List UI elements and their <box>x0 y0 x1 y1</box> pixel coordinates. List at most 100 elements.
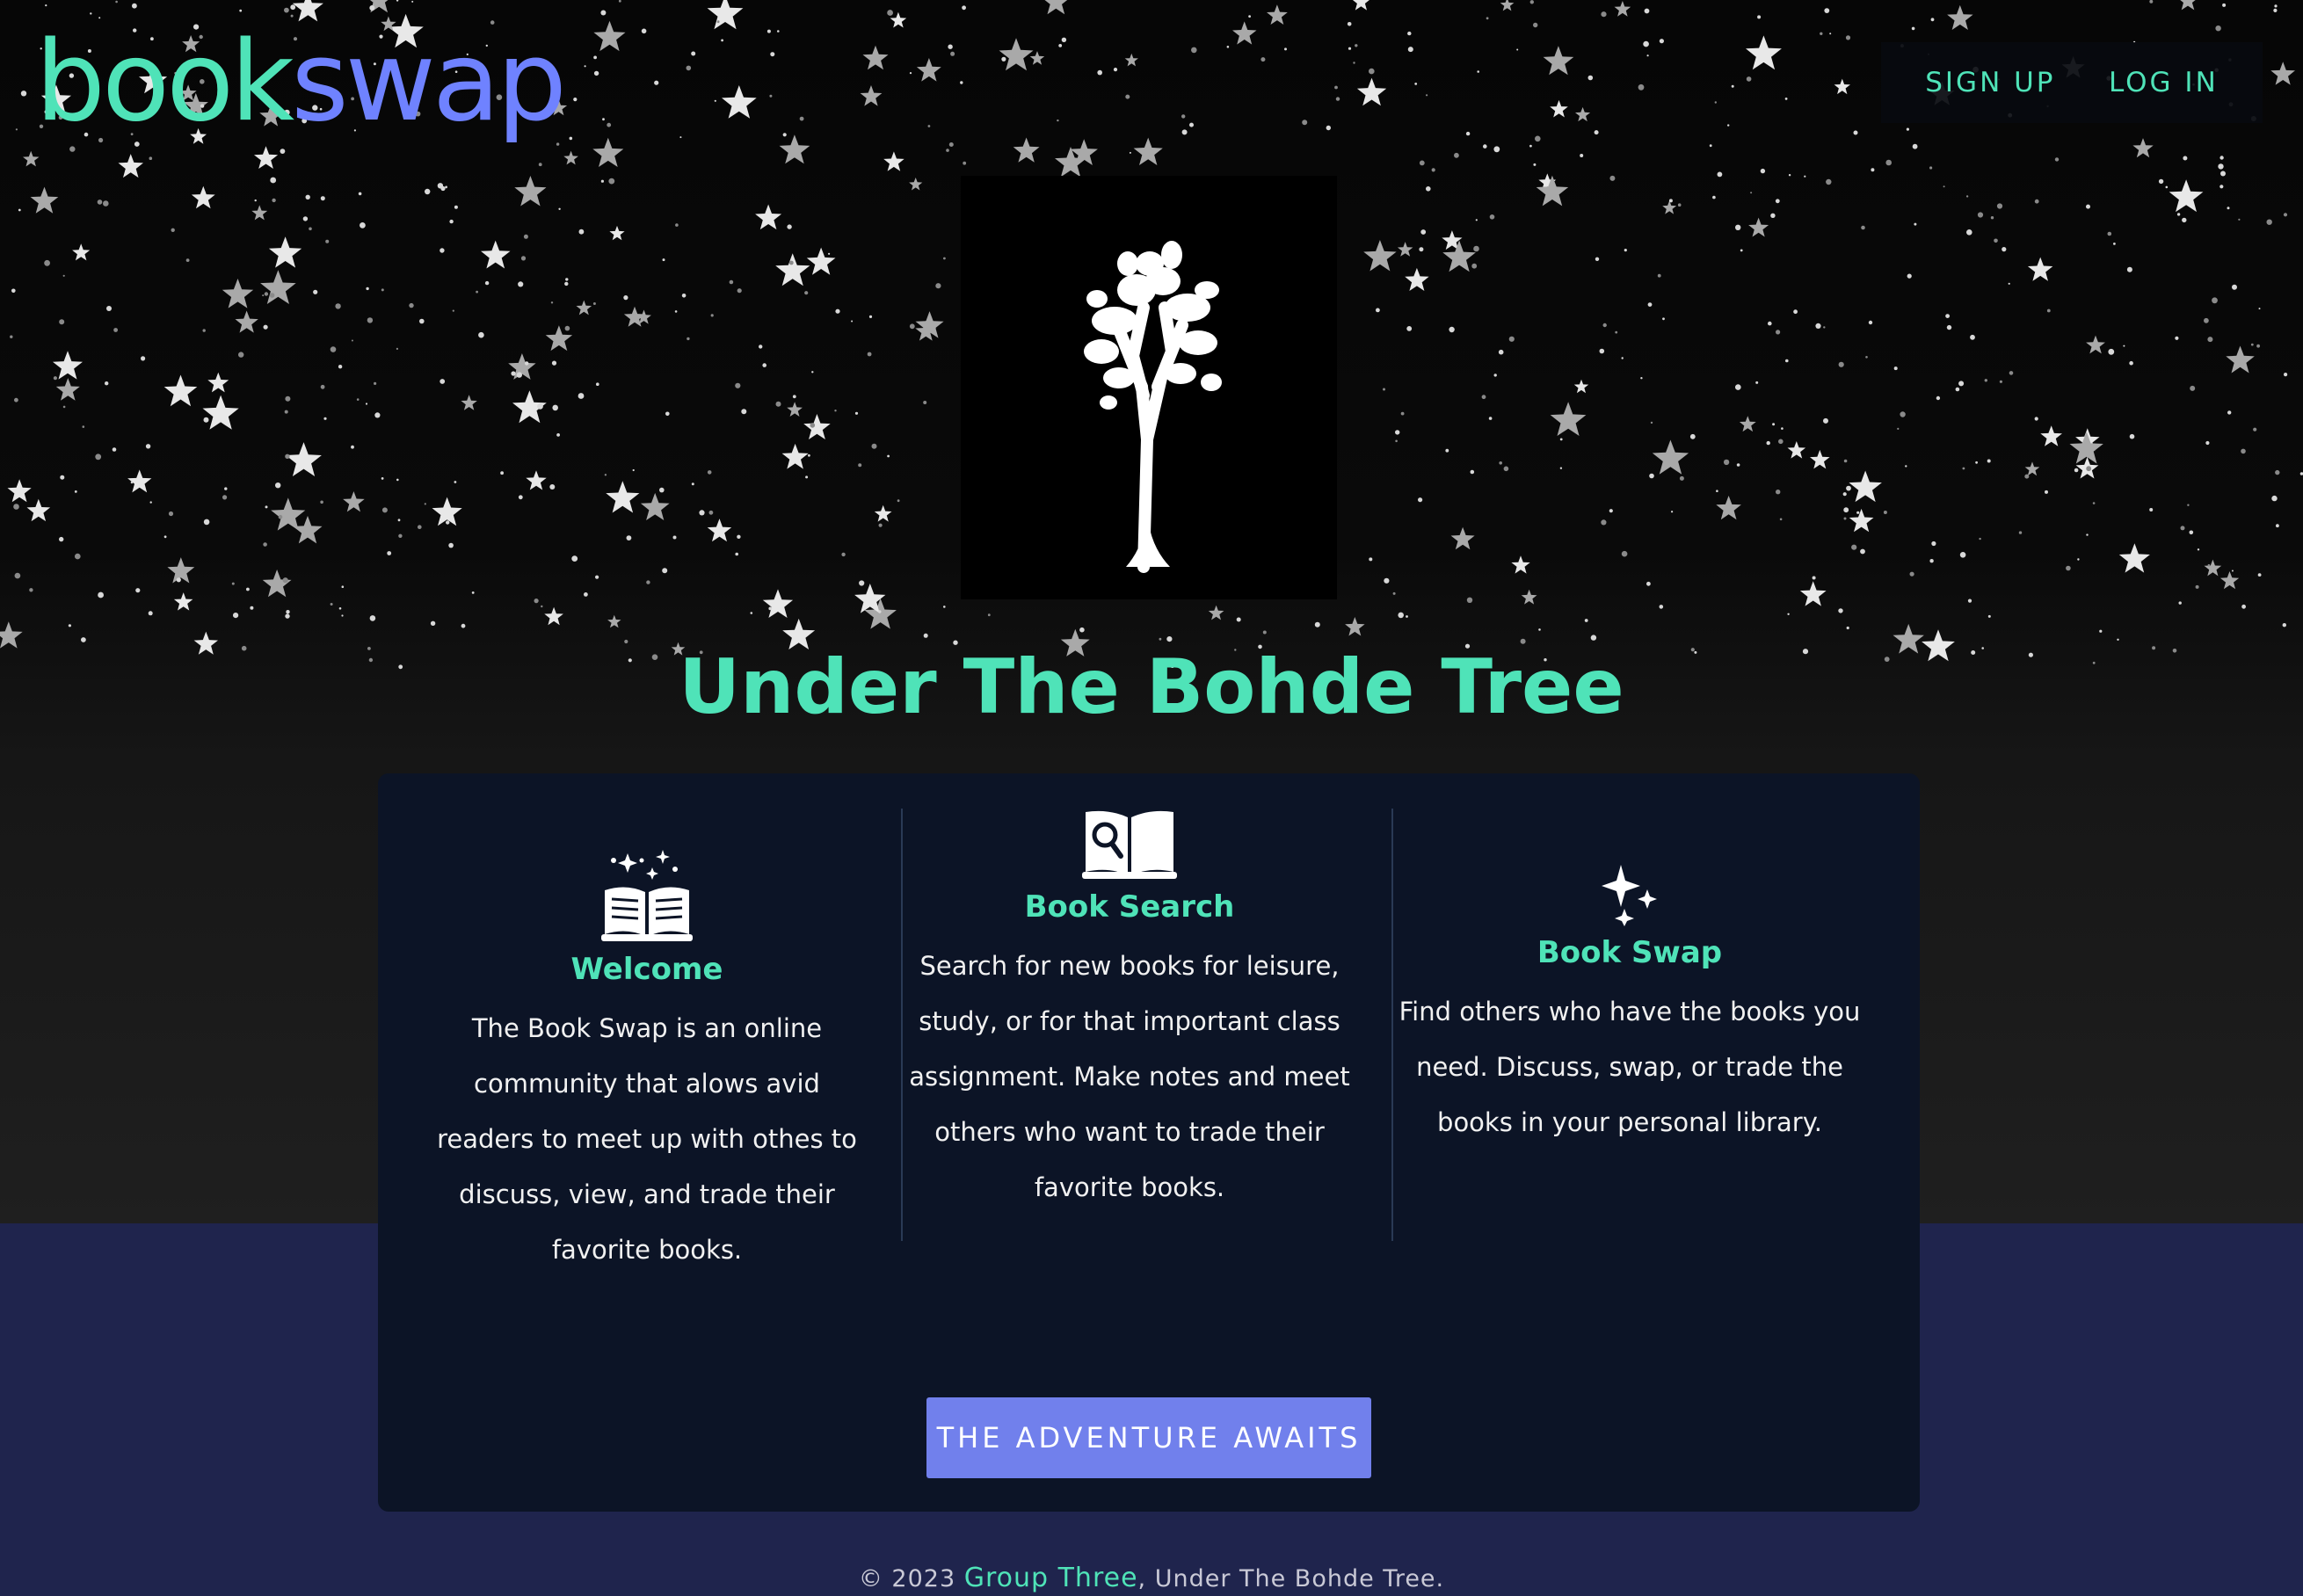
star-dot <box>387 551 392 555</box>
star-decoration <box>26 498 51 522</box>
brand-logo[interactable]: bookswap <box>35 16 567 148</box>
star-dot <box>710 314 714 317</box>
star-dot <box>564 325 570 331</box>
footer-group-link[interactable]: Group Three <box>964 1563 1138 1593</box>
star-dot <box>811 371 814 374</box>
star-dot <box>103 200 109 207</box>
star-dot <box>2183 156 2188 161</box>
star-dot <box>2274 4 2278 8</box>
star-dot <box>1395 439 1398 443</box>
star-dot <box>1970 334 1975 340</box>
star-dot <box>2054 157 2060 162</box>
star-dot <box>53 376 57 381</box>
star-dot <box>1483 144 1487 149</box>
star-decoration <box>1799 581 1827 606</box>
star-dot <box>769 94 773 98</box>
star-dot <box>448 542 454 548</box>
star-decoration <box>640 492 670 520</box>
star-decoration <box>2118 543 2150 573</box>
star-dot <box>858 463 862 468</box>
star-dot <box>569 136 573 141</box>
star-decoration <box>762 589 794 618</box>
star-dot <box>1493 146 1500 153</box>
star-dot <box>1125 94 1130 99</box>
star-dot <box>2158 178 2164 185</box>
star-dot <box>686 65 692 71</box>
star-dot <box>868 315 873 318</box>
star-decoration <box>293 515 323 544</box>
star-dot <box>835 308 840 314</box>
star-dot <box>2276 524 2279 528</box>
star-dot <box>1820 32 1823 35</box>
star-dot <box>68 624 71 628</box>
star-decoration <box>1543 46 1574 76</box>
star-dot <box>923 401 927 404</box>
star-dot <box>1709 144 1712 148</box>
star-dot <box>1883 511 1887 514</box>
star-dot <box>1061 37 1067 42</box>
star-dot <box>396 347 398 350</box>
star-dot <box>699 510 705 516</box>
star-dot <box>2241 604 2247 609</box>
star-dot <box>2253 427 2257 432</box>
star-dot <box>1638 83 1645 91</box>
star-dot <box>571 555 578 562</box>
star-decoration <box>1947 4 1973 31</box>
signup-link[interactable]: SIGN UP <box>1925 67 2055 98</box>
star-dot <box>2238 218 2241 221</box>
star-dot <box>1262 630 1267 635</box>
star-dot <box>1907 273 1912 279</box>
star-dot <box>1260 57 1266 62</box>
star-dot <box>1662 317 1665 321</box>
star-dot <box>626 535 632 540</box>
star-dot <box>1376 308 1380 313</box>
star-dot <box>674 310 678 313</box>
star-decoration <box>222 279 254 308</box>
star-dot <box>766 29 771 33</box>
star-decoration <box>1550 99 1568 118</box>
star-dot <box>1079 627 1085 633</box>
star-dot <box>2126 266 2132 272</box>
star-decoration <box>2132 138 2154 158</box>
top-nav: SIGN UP LOG IN <box>1881 42 2263 123</box>
star-dot <box>1987 459 1991 463</box>
star-dot <box>2018 531 2023 534</box>
star-dot <box>1369 557 1373 562</box>
star-dot <box>1826 178 1832 185</box>
star-dot <box>1787 613 1790 615</box>
star-dot <box>374 412 381 418</box>
star-dot <box>1955 387 1960 392</box>
star-dot <box>1845 35 1851 40</box>
star-dot <box>1906 127 1909 131</box>
star-dot <box>1503 466 1509 472</box>
star-dot <box>440 185 446 192</box>
star-dot <box>2046 308 2051 313</box>
star-dot <box>1418 497 1423 503</box>
star-dot <box>1793 309 1798 315</box>
star-dot <box>665 411 670 417</box>
star-dot <box>1419 247 1424 252</box>
star-dot <box>1929 166 1933 170</box>
star-dot <box>538 163 542 167</box>
star-dot <box>2258 308 2261 310</box>
star-dot <box>541 605 543 608</box>
star-dot <box>149 501 152 504</box>
login-link[interactable]: LOG IN <box>2109 67 2219 98</box>
star-dot <box>224 487 228 490</box>
adventure-button[interactable]: THE ADVENTURE AWAITS <box>926 1397 1371 1478</box>
star-dot <box>1750 192 1753 194</box>
star-dot <box>1717 171 1723 178</box>
star-dot <box>454 481 457 483</box>
star-dot <box>1861 225 1865 230</box>
star-dot <box>338 365 343 369</box>
star-dot <box>45 4 47 7</box>
star-dot <box>578 229 585 235</box>
star-dot <box>418 525 422 529</box>
star-dot <box>374 381 377 385</box>
star-dot <box>330 346 337 352</box>
star-dot <box>687 337 690 341</box>
star-dot <box>691 51 696 56</box>
star-dot <box>679 136 682 139</box>
star-dot <box>2204 317 2209 323</box>
star-dot <box>1984 379 1987 382</box>
